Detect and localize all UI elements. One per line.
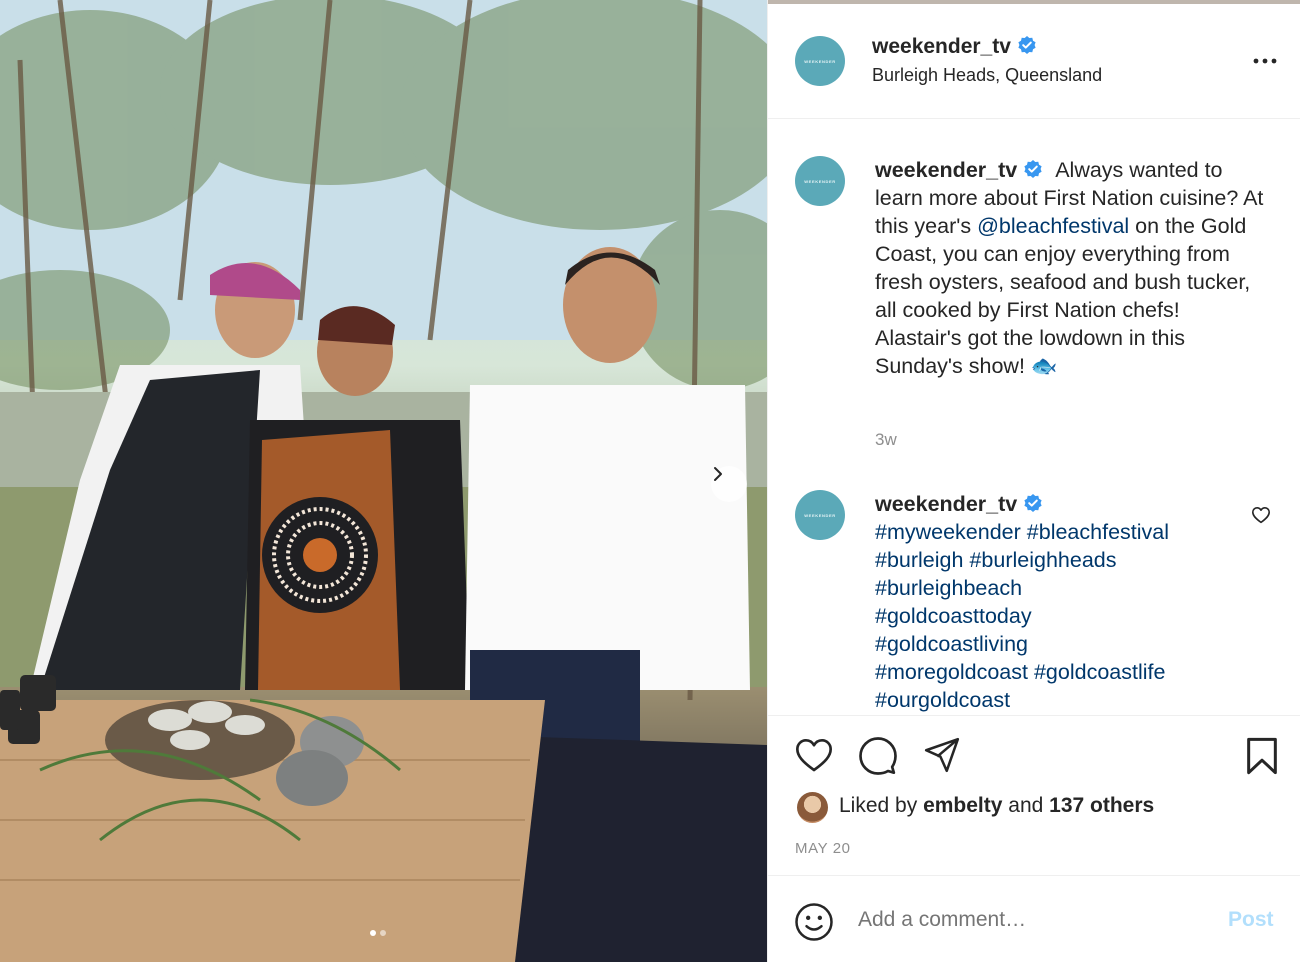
comment-input[interactable] bbox=[858, 908, 1198, 932]
post-photo[interactable] bbox=[0, 0, 767, 962]
hashtag-comment-text: weekender_tv #myweekender #bleachfestiva… bbox=[875, 490, 1220, 714]
share-paper-plane-icon[interactable] bbox=[922, 736, 962, 774]
comments-list[interactable]: WEEKENDER weekender_tv Always wanted to … bbox=[768, 120, 1300, 715]
hashtag-link[interactable]: #moregoldcoast bbox=[875, 660, 1028, 684]
comment-like-heart-icon[interactable] bbox=[1251, 506, 1271, 524]
emoji-smiley-icon[interactable] bbox=[794, 902, 834, 942]
username-link[interactable]: weekender_tv bbox=[875, 492, 1017, 516]
post-sidebar: WEEKENDER weekender_tv Burleigh Heads, Q… bbox=[767, 0, 1300, 962]
verified-badge-icon bbox=[1024, 494, 1042, 512]
post-date[interactable]: MAY 20 bbox=[795, 840, 851, 857]
hashtag-link[interactable]: #goldcoasttoday bbox=[875, 604, 1032, 628]
hashtag-link[interactable]: #burleigh bbox=[875, 548, 963, 572]
carousel-next-button[interactable] bbox=[711, 466, 747, 502]
verified-badge-icon bbox=[1018, 36, 1036, 54]
post-button[interactable]: Post bbox=[1228, 908, 1274, 932]
hashtag-comment: WEEKENDER weekender_tv #myweekender #ble… bbox=[795, 490, 1275, 715]
hashtag-link[interactable]: #bleachfestival bbox=[1027, 520, 1169, 544]
liked-by-others-link[interactable]: 137 others bbox=[1049, 794, 1154, 817]
location-link[interactable]: Burleigh Heads, Queensland bbox=[872, 65, 1102, 86]
photo-illustration bbox=[0, 0, 767, 962]
avatar[interactable]: WEEKENDER bbox=[795, 490, 845, 540]
hashtag-link[interactable]: #myweekender bbox=[875, 520, 1021, 544]
hashtag-link[interactable]: #burleighbeach bbox=[875, 576, 1022, 600]
liked-by-text: Liked by embelty and 137 others bbox=[839, 794, 1154, 818]
caption-text: weekender_tv Always wanted to learn more… bbox=[875, 156, 1265, 380]
avatar[interactable]: WEEKENDER bbox=[795, 156, 845, 206]
save-bookmark-icon[interactable] bbox=[1244, 736, 1280, 776]
hashtag-link[interactable]: #goldcoastliving bbox=[875, 632, 1028, 656]
post-actions: Liked by embelty and 137 others MAY 20 bbox=[768, 715, 1300, 875]
like-heart-icon[interactable] bbox=[794, 736, 834, 774]
carousel-dot[interactable] bbox=[380, 930, 386, 936]
liked-by-user-link[interactable]: embelty bbox=[923, 794, 1002, 817]
verified-badge-icon bbox=[1024, 160, 1042, 178]
chevron-right-icon bbox=[714, 467, 722, 481]
caption-text-after: on the Gold Coast, you can enjoy everyth… bbox=[875, 214, 1251, 378]
avatar-logo-text: WEEKENDER bbox=[804, 178, 836, 184]
avatar-logo-text: WEEKENDER bbox=[804, 58, 836, 64]
post-header: WEEKENDER weekender_tv Burleigh Heads, Q… bbox=[768, 4, 1300, 119]
hashtag-link[interactable]: #burleighheads bbox=[969, 548, 1116, 572]
mention-link[interactable]: @bleachfestival bbox=[977, 214, 1129, 238]
hashtag-link[interactable]: #ourgoldcoast bbox=[875, 688, 1010, 712]
header-username-row: weekender_tv bbox=[872, 35, 1037, 59]
carousel-dot[interactable] bbox=[370, 930, 376, 936]
carousel-dots bbox=[370, 930, 386, 936]
caption: WEEKENDER weekender_tv Always wanted to … bbox=[795, 156, 1275, 456]
comment-bubble-icon[interactable] bbox=[858, 736, 898, 776]
more-options-icon[interactable] bbox=[1252, 51, 1278, 71]
username-link[interactable]: weekender_tv bbox=[875, 158, 1017, 182]
liked-by-and: and bbox=[1002, 794, 1050, 817]
add-comment-bar: Post bbox=[768, 875, 1300, 962]
caption-timestamp[interactable]: 3w bbox=[875, 430, 897, 450]
avatar-logo-text: WEEKENDER bbox=[804, 512, 836, 518]
liker-avatar[interactable] bbox=[797, 792, 828, 823]
liked-by-prefix: Liked by bbox=[839, 794, 924, 817]
hashtag-link[interactable]: #goldcoastlife bbox=[1034, 660, 1165, 684]
avatar[interactable]: WEEKENDER bbox=[795, 36, 845, 86]
username-link[interactable]: weekender_tv bbox=[872, 35, 1011, 58]
